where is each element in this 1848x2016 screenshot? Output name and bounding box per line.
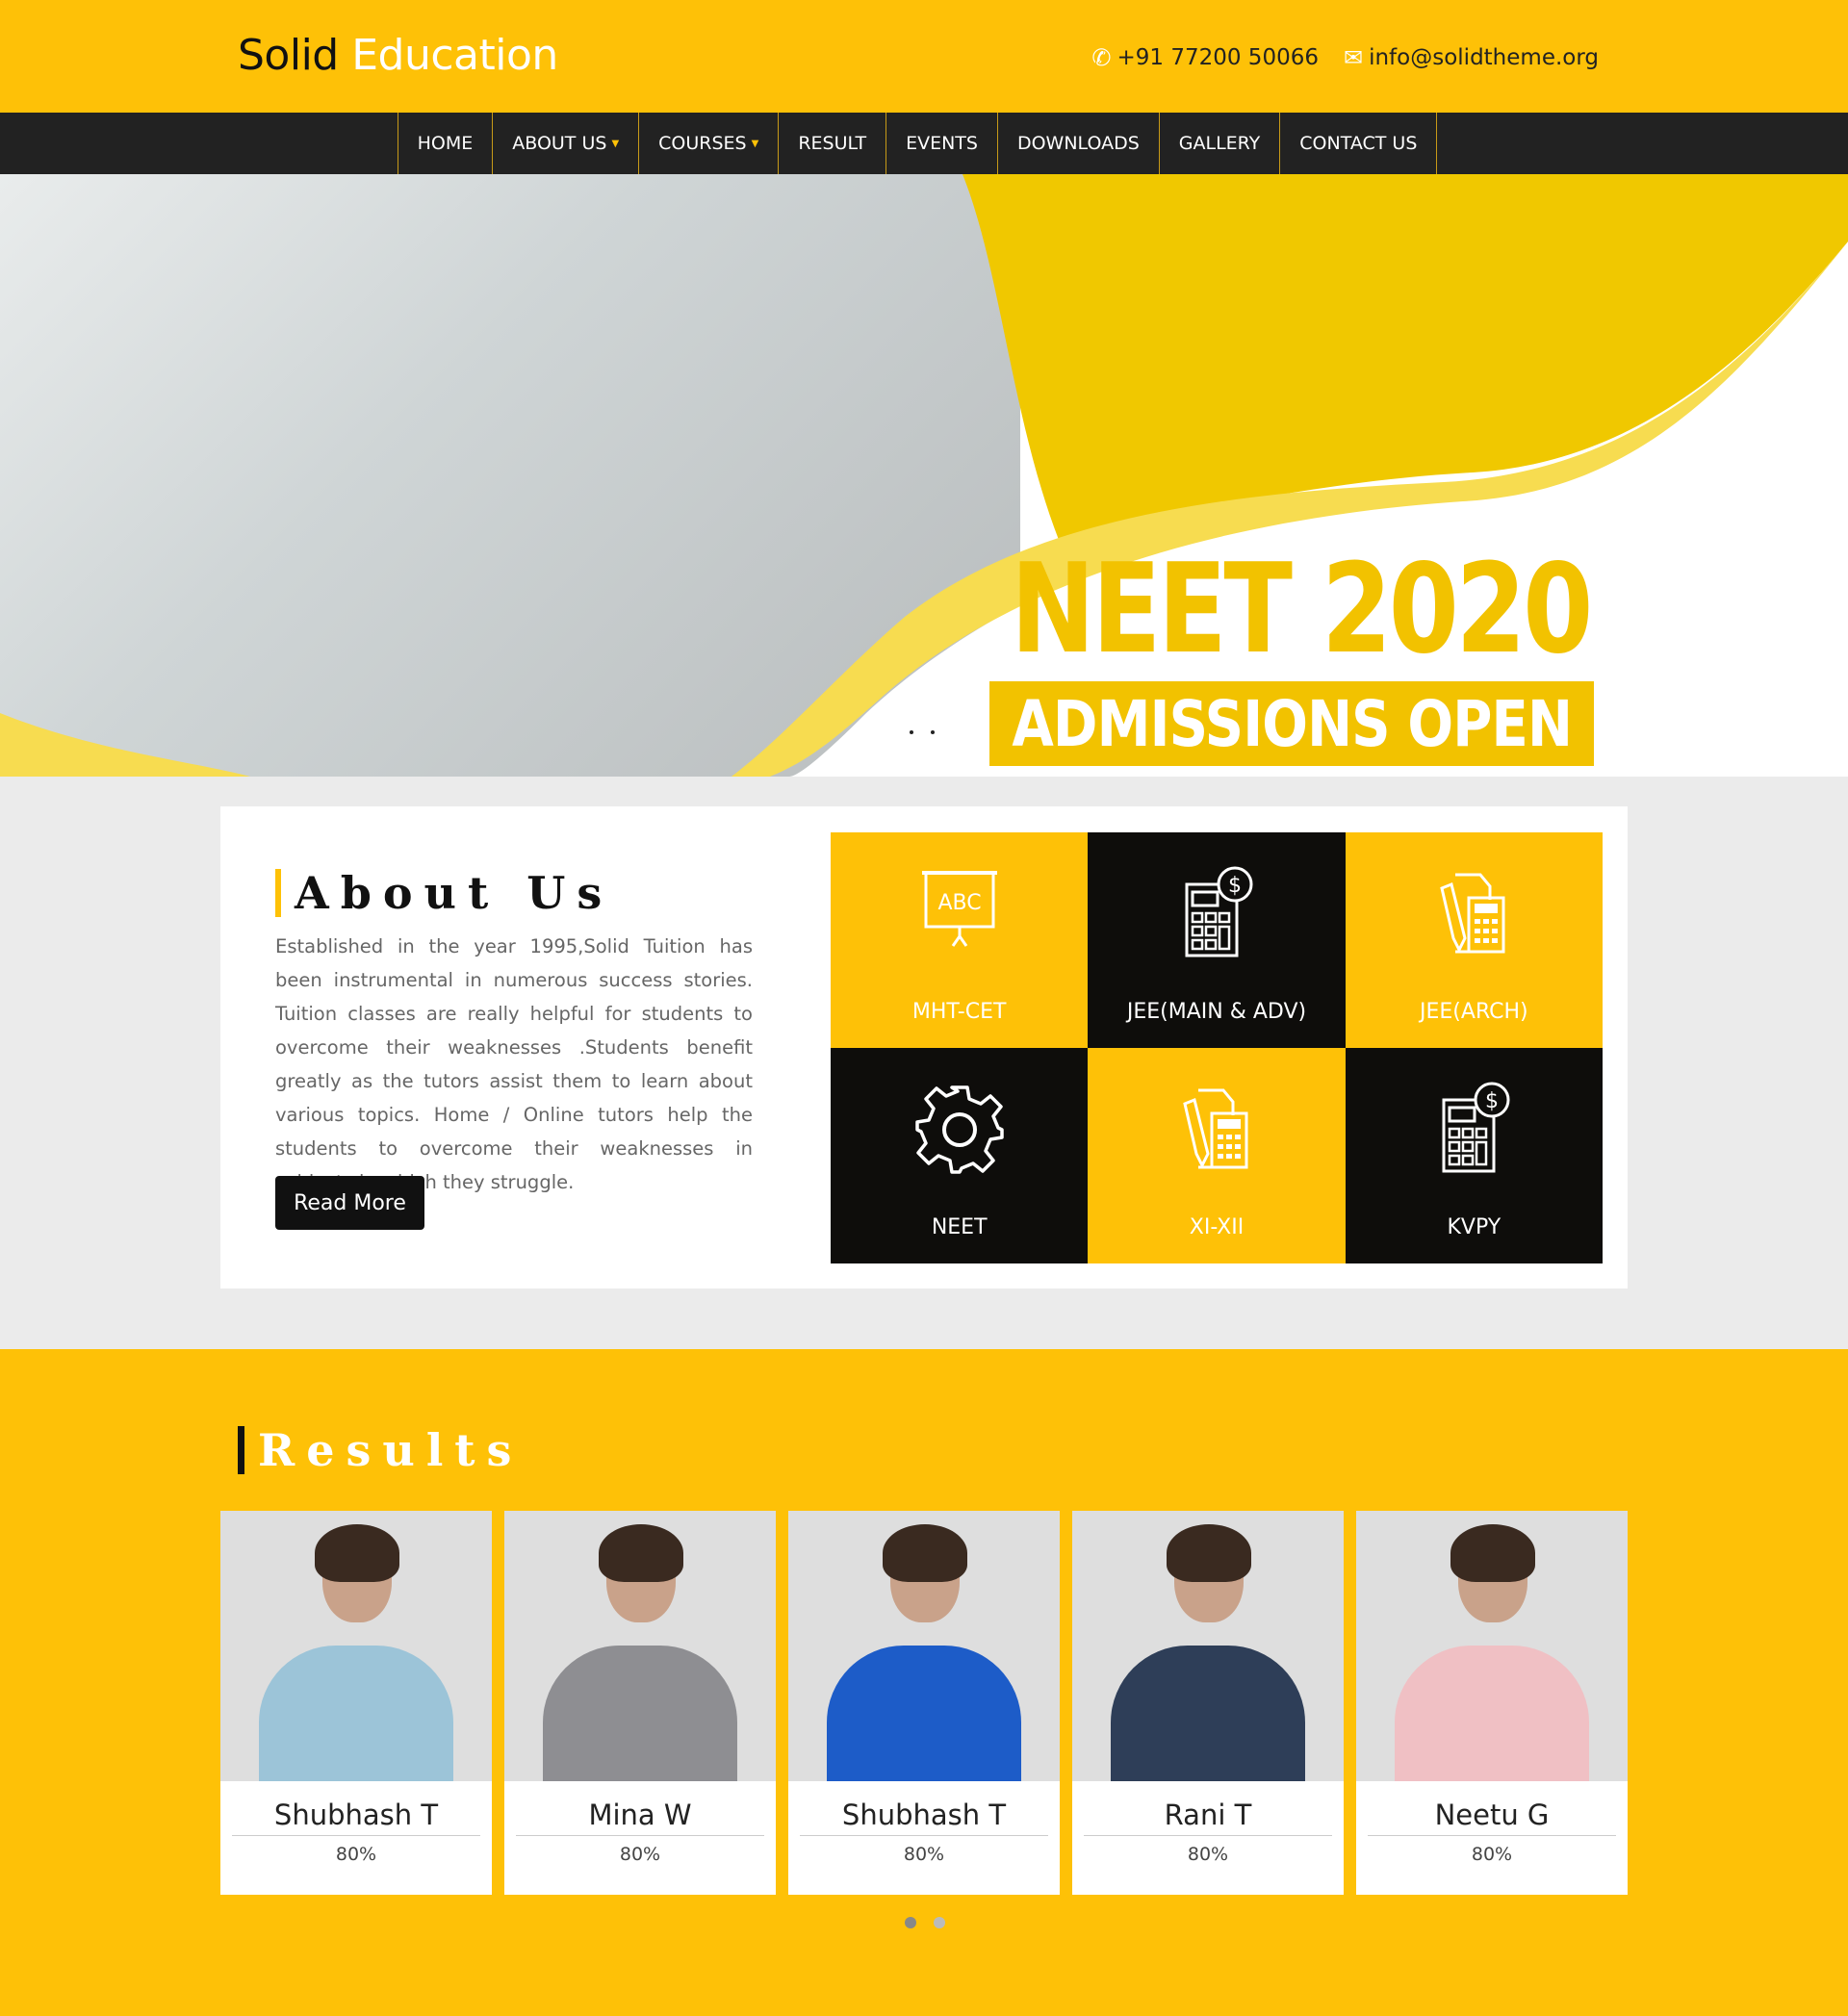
student-name: Neetu G (1368, 1799, 1616, 1836)
caret-down-icon: ▼ (751, 138, 759, 149)
pencil-calculator-icon (1183, 1088, 1248, 1169)
carousel-dot[interactable] (905, 1917, 916, 1928)
nav-item-contact-us[interactable]: CONTACT US (1279, 113, 1438, 174)
results-section: Results Shubhash T 80% Mina W 80% Shubhash T… (0, 1349, 1848, 2016)
logo-text-light: Education (351, 31, 558, 80)
about-heading: About Us (275, 869, 613, 917)
results-dots (905, 1917, 945, 1928)
nav-item-label: COURSES (658, 133, 747, 154)
course-label: JEE(ARCH) (1420, 1000, 1528, 1024)
nav-item-label: EVENTS (906, 133, 978, 154)
results-carousel: Shubhash T 80% Mina W 80% Shubhash T 80% Rani … (220, 1511, 1628, 1895)
student-score: 80% (619, 1844, 661, 1865)
student-photo (504, 1511, 776, 1781)
calculator-dollar-icon: $ (1185, 866, 1253, 957)
calculator-dollar-icon: $ (1442, 1082, 1510, 1173)
student-score: 80% (335, 1844, 377, 1865)
hero-slider: NEET 2020 ADMISSIONS OPEN (0, 174, 1848, 777)
nav-item-label: GALLERY (1178, 133, 1261, 154)
slider-dot[interactable] (931, 730, 935, 734)
result-card[interactable]: Shubhash T 80% (788, 1511, 1060, 1895)
nav-item-downloads[interactable]: DOWNLOADS (996, 113, 1159, 174)
about-card: About Us Established in the year 1995,So… (220, 806, 1628, 1289)
course-tiles: ABC MHT-CET $ JEE(MAIN & ADV) JEE(ARCH) NEET X… (831, 832, 1603, 1263)
result-card[interactable]: Neetu G 80% (1356, 1511, 1628, 1895)
nav-item-home[interactable]: HOME (397, 113, 493, 174)
hero-subtitle-banner: ADMISSIONS OPEN (989, 681, 1594, 766)
nav-item-label: RESULT (798, 133, 867, 154)
course-label: XI-XII (1189, 1215, 1245, 1239)
course-tile-mht-cet[interactable]: ABC MHT-CET (831, 832, 1089, 1048)
results-heading: Results (238, 1426, 523, 1474)
nav-item-label: HOME (417, 133, 474, 154)
hero-subtitle: ADMISSIONS OPEN (1012, 686, 1573, 761)
course-label: MHT-CET (911, 1000, 1007, 1024)
gear-icon (914, 1085, 1004, 1174)
phone-icon: ✆ (1091, 44, 1112, 71)
nav-item-events[interactable]: EVENTS (886, 113, 997, 174)
svg-text:ABC: ABC (937, 891, 981, 915)
student-score: 80% (1187, 1844, 1229, 1865)
nav-item-label: ABOUT US (512, 133, 607, 154)
phone-link[interactable]: ✆ +91 77200 50066 (1091, 44, 1319, 71)
main-nav: HOME ABOUT US ▼ COURSES ▼ RESULT EVENTS DOWNLOA… (0, 113, 1848, 174)
email-address: info@solidtheme.org (1369, 45, 1599, 70)
course-label: NEET (931, 1215, 988, 1239)
course-tile-xi-xii[interactable]: XI-XII (1088, 1048, 1346, 1263)
course-tile-kvpy[interactable]: $ KVPY (1345, 1048, 1603, 1263)
envelope-icon: ✉ (1343, 44, 1364, 71)
student-photo (220, 1511, 492, 1781)
nav-item-about-us[interactable]: ABOUT US ▼ (492, 113, 638, 174)
carousel-dot[interactable] (934, 1917, 945, 1928)
student-name: Mina W (516, 1799, 764, 1836)
contact-info: ✆ +91 77200 50066 ✉ info@solidtheme.org (1091, 44, 1599, 71)
course-tile-jee-main-adv[interactable]: $ JEE(MAIN & ADV) (1088, 832, 1346, 1048)
read-more-button[interactable]: Read More (275, 1176, 424, 1230)
hero-title: NEET 2020 (1011, 538, 1593, 681)
phone-number: +91 77200 50066 (1116, 45, 1319, 70)
nav-item-gallery[interactable]: GALLERY (1158, 113, 1280, 174)
svg-text:$: $ (1228, 874, 1242, 898)
whiteboard-abc-icon: ABC (921, 871, 997, 947)
slider-dots (910, 730, 935, 734)
student-score: 80% (903, 1844, 945, 1865)
course-tile-neet[interactable]: NEET (831, 1048, 1089, 1263)
about-text: Established in the year 1995,Solid Tuiti… (275, 935, 753, 1193)
slider-dot[interactable] (910, 730, 913, 734)
course-tile-jee-arch[interactable]: JEE(ARCH) (1345, 832, 1603, 1048)
result-card[interactable]: Shubhash T 80% (220, 1511, 492, 1895)
student-photo (788, 1511, 1060, 1781)
nav-item-label: DOWNLOADS (1016, 133, 1140, 154)
student-name: Shubhash T (232, 1799, 480, 1836)
student-photo (1072, 1511, 1344, 1781)
logo-text-dark: Solid (238, 31, 339, 80)
about-section: About Us Established in the year 1995,So… (0, 777, 1848, 1349)
course-label: JEE(MAIN & ADV) (1126, 1000, 1307, 1024)
pencil-calculator-icon (1440, 873, 1505, 954)
nav-item-courses[interactable]: COURSES ▼ (638, 113, 778, 174)
result-card[interactable]: Mina W 80% (504, 1511, 776, 1895)
result-card[interactable]: Rani T 80% (1072, 1511, 1344, 1895)
nav-item-label: CONTACT US (1299, 133, 1418, 154)
caret-down-icon: ▼ (611, 138, 620, 149)
student-name: Rani T (1084, 1799, 1332, 1836)
site-header: Solid Education ✆ +91 77200 50066 ✉ info@s… (0, 0, 1848, 113)
svg-text:$: $ (1485, 1089, 1499, 1113)
course-label: KVPY (1447, 1215, 1502, 1239)
nav-item-result[interactable]: RESULT (778, 113, 886, 174)
student-name: Shubhash T (800, 1799, 1048, 1836)
logo[interactable]: Solid Education (238, 31, 558, 80)
student-score: 80% (1471, 1844, 1513, 1865)
student-photo (1356, 1511, 1628, 1781)
email-link[interactable]: ✉ info@solidtheme.org (1344, 44, 1599, 71)
